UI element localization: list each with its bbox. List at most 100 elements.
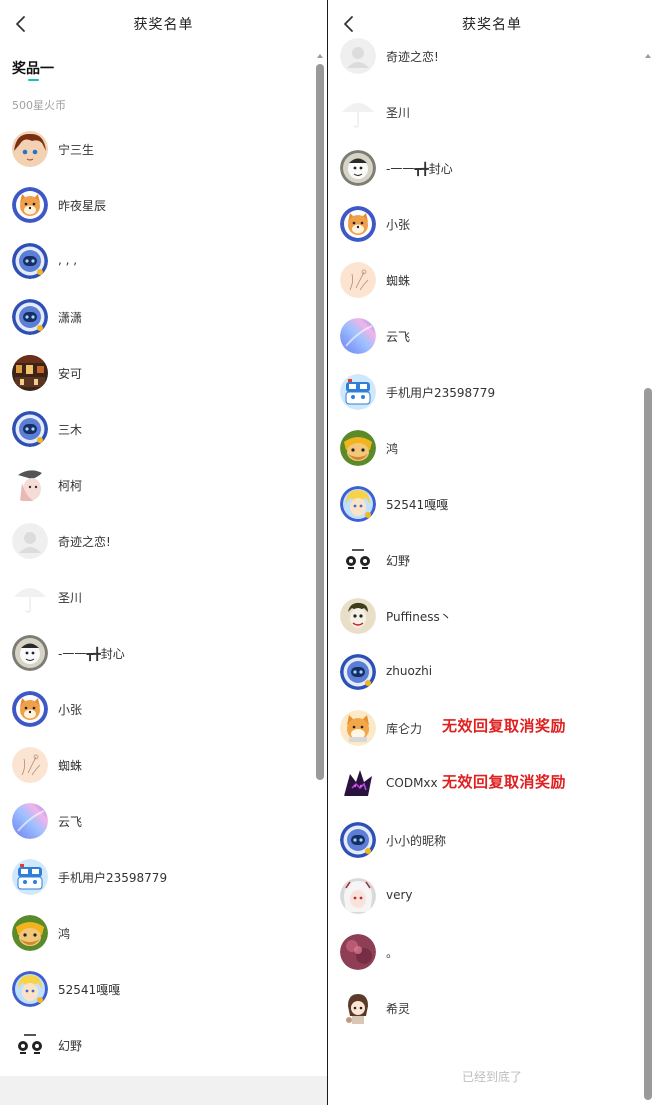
winner-row[interactable]: , , , — [0, 233, 327, 289]
prize-description: 500星火币 — [12, 99, 66, 112]
avatar[interactable] — [340, 374, 376, 410]
winner-row[interactable]: 奇迹之恋! — [328, 28, 656, 84]
avatar[interactable] — [340, 654, 376, 690]
winner-name: -一一┳╋封心 — [58, 647, 125, 661]
avatar[interactable] — [12, 1027, 48, 1063]
winner-row[interactable]: 宁三生 — [0, 121, 327, 177]
avatar[interactable] — [340, 822, 376, 858]
avatar[interactable] — [340, 150, 376, 186]
winner-row[interactable]: zhuozhi — [328, 644, 656, 700]
winner-row[interactable]: 圣川 — [328, 84, 656, 140]
winner-row[interactable]: 。 — [328, 924, 656, 980]
winner-row[interactable]: Puffiness丶 — [328, 588, 656, 644]
avatar[interactable] — [340, 990, 376, 1026]
winner-row[interactable]: 安可 — [0, 345, 327, 401]
avatar[interactable] — [340, 878, 376, 914]
avatar[interactable] — [12, 803, 48, 839]
winner-row[interactable]: 小小的昵称 — [328, 812, 656, 868]
avatar[interactable] — [12, 467, 48, 503]
avatar[interactable] — [340, 206, 376, 242]
winner-row[interactable]: 幻野 — [328, 532, 656, 588]
avatar[interactable] — [340, 94, 376, 130]
scrollbar-thumb[interactable] — [316, 64, 324, 780]
avatar[interactable] — [12, 299, 48, 335]
scrollbar[interactable] — [316, 52, 324, 1076]
avatar[interactable] — [12, 411, 48, 447]
winner-name: 蜘蛛 — [58, 759, 83, 773]
avatar[interactable] — [12, 187, 48, 223]
winner-row[interactable]: 潇潇 — [0, 289, 327, 345]
winner-row[interactable]: 库仑力 无效回复取消奖励 — [328, 700, 656, 756]
avatar[interactable] — [12, 691, 48, 727]
winner-row[interactable]: 柯柯 — [0, 457, 327, 513]
winner-row[interactable]: 小张 — [328, 196, 656, 252]
winner-name: 鸿 — [386, 442, 399, 456]
winner-row[interactable]: 蜘蛛 — [0, 737, 327, 793]
winner-row[interactable]: -一一┳╋封心 — [328, 140, 656, 196]
winner-list-panel-right: 获奖名单 奇迹之恋! 圣川 -一一┳╋封心 小张 蜘蛛 云飞 手机用户23598779 鸿 52… — [328, 0, 656, 1105]
winner-row[interactable]: 云飞 — [328, 308, 656, 364]
winner-row[interactable]: -一一┳╋封心 — [0, 625, 327, 681]
winner-name: , , , — [58, 253, 78, 267]
winner-name: 奇迹之恋! — [386, 50, 439, 64]
winner-row[interactable]: 奇迹之恋! — [0, 513, 327, 569]
winner-name: 昨夜星辰 — [58, 199, 107, 213]
avatar[interactable] — [12, 579, 48, 615]
avatar[interactable] — [340, 598, 376, 634]
bottom-bar — [0, 1076, 327, 1105]
winner-row[interactable]: 52541嘎嘎 — [0, 961, 327, 1017]
invalid-reply-flag: 无效回复取消奖励 — [442, 773, 567, 791]
avatar[interactable] — [340, 542, 376, 578]
avatar[interactable] — [340, 486, 376, 522]
winner-row[interactable]: 圣川 — [0, 569, 327, 625]
chevron-left-icon[interactable] — [10, 12, 30, 36]
winner-name: 手机用户23598779 — [386, 386, 496, 400]
winner-row[interactable]: 鸿 — [328, 420, 656, 476]
winner-row[interactable]: 手机用户23598779 — [328, 364, 656, 420]
avatar[interactable] — [12, 971, 48, 1007]
winner-name: 52541嘎嘎 — [58, 983, 121, 997]
avatar[interactable] — [12, 915, 48, 951]
avatar[interactable] — [12, 243, 48, 279]
winner-row[interactable]: 云飞 — [0, 793, 327, 849]
winner-name: zhuozhi — [386, 664, 433, 678]
avatar[interactable] — [12, 523, 48, 559]
avatar[interactable] — [12, 635, 48, 671]
winner-row[interactable]: 三木 — [0, 401, 327, 457]
scrollbar-thumb[interactable] — [644, 388, 652, 1100]
scroll-up-icon[interactable] — [644, 52, 652, 60]
avatar[interactable] — [12, 747, 48, 783]
winner-name: 小小的昵称 — [386, 834, 447, 848]
winner-row[interactable]: 鸿 — [0, 905, 327, 961]
avatar[interactable] — [340, 318, 376, 354]
avatar[interactable] — [340, 766, 376, 802]
winner-row[interactable]: 幻野 — [0, 1017, 327, 1073]
avatar[interactable] — [340, 262, 376, 298]
avatar[interactable] — [340, 38, 376, 74]
winner-row[interactable]: 蜘蛛 — [328, 252, 656, 308]
tab-prize-one[interactable]: 奖品一 — [12, 58, 54, 78]
winner-row[interactable]: very — [328, 868, 656, 924]
scroll-up-icon[interactable] — [316, 52, 324, 60]
winner-row[interactable]: 52541嘎嘎 — [328, 476, 656, 532]
winner-row[interactable]: 昨夜星辰 — [0, 177, 327, 233]
avatar[interactable] — [12, 355, 48, 391]
winner-name: 奇迹之恋! — [58, 535, 111, 549]
winner-row[interactable]: 小张 — [0, 681, 327, 737]
avatar[interactable] — [340, 430, 376, 466]
winner-name: 三木 — [58, 423, 83, 437]
winner-name: 手机用户23598779 — [58, 871, 168, 885]
avatar[interactable] — [340, 710, 376, 746]
winner-row[interactable]: 手机用户23598779 — [0, 849, 327, 905]
scrollbar[interactable] — [644, 52, 652, 1102]
avatar[interactable] — [340, 934, 376, 970]
avatar[interactable] — [12, 859, 48, 895]
winner-list: 宁三生昨夜星辰 , , , 潇潇 安可三木柯柯奇迹之恋! 圣川 -一一┳╋封心小张蜘蛛云飞… — [0, 121, 327, 1076]
winner-row[interactable]: 希灵 — [328, 980, 656, 1036]
winner-row[interactable]: CODMxx 无效回复取消奖励 — [328, 756, 656, 812]
winner-name: 库仑力 — [386, 722, 423, 736]
avatar[interactable] — [12, 131, 48, 167]
winner-name: 小张 — [386, 218, 411, 232]
winner-name: 圣川 — [58, 591, 83, 605]
winner-list: 奇迹之恋! 圣川 -一一┳╋封心小张蜘蛛 云飞手机用户23598779 鸿 52541嘎嘎… — [328, 28, 656, 1048]
